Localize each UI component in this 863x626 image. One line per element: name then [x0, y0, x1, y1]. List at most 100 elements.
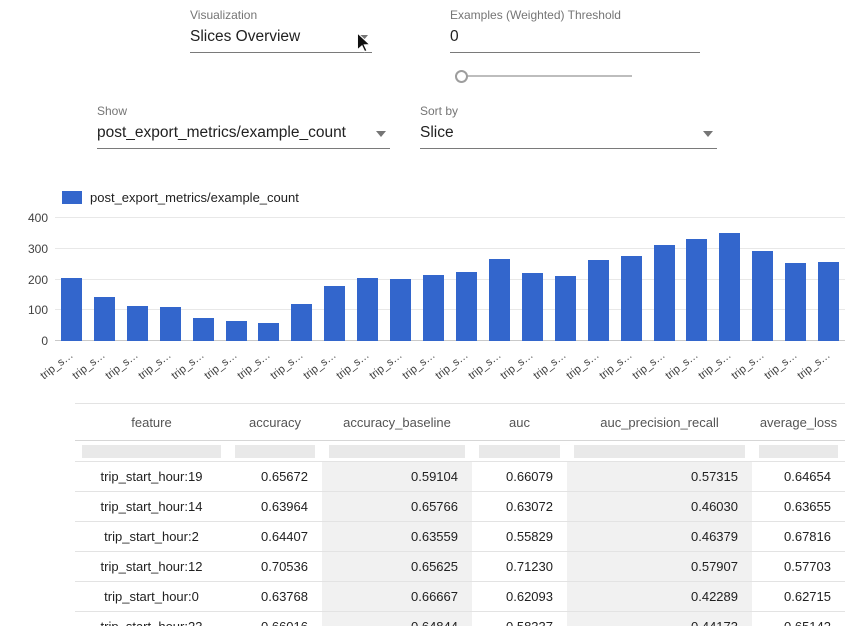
bar[interactable] — [61, 278, 82, 341]
metric-cell: 0.64407 — [228, 522, 322, 551]
filter-cell — [228, 441, 322, 461]
bar[interactable] — [785, 263, 806, 341]
bar-slot — [746, 218, 779, 341]
y-tick-label: 100 — [8, 303, 48, 317]
bar[interactable] — [226, 321, 247, 341]
x-axis-labels: trip_s…trip_s…trip_s…trip_s…trip_s…trip_… — [55, 344, 845, 392]
bar[interactable] — [94, 297, 115, 341]
bar[interactable] — [621, 256, 642, 341]
table-row[interactable]: trip_start_hour:00.637680.666670.620930.… — [75, 582, 845, 612]
metric-cell: 0.42289 — [567, 582, 752, 611]
table-header-row: featureaccuracyaccuracy_baselineaucauc_p… — [75, 404, 845, 441]
bar[interactable] — [555, 276, 576, 341]
bar-slot — [351, 218, 384, 341]
column-filter-input[interactable] — [82, 445, 221, 458]
y-axis-labels: 0100200300400 — [8, 218, 48, 341]
bar[interactable] — [127, 306, 148, 341]
bar[interactable] — [324, 286, 345, 341]
column-header[interactable]: auc — [472, 404, 567, 440]
bar[interactable] — [522, 273, 543, 341]
threshold-slider[interactable] — [455, 70, 632, 82]
metric-cell: 0.62093 — [472, 582, 567, 611]
bar-slot — [187, 218, 220, 341]
column-filter-input[interactable] — [759, 445, 838, 458]
metric-cell: 0.65142 — [752, 612, 845, 626]
threshold-input[interactable]: 0 — [450, 27, 700, 53]
metric-cell: 0.57703 — [752, 552, 845, 581]
bar-slot — [779, 218, 812, 341]
bar[interactable] — [686, 239, 707, 341]
feature-cell: trip_start_hour:23 — [75, 612, 228, 626]
bar-slot — [516, 218, 549, 341]
bar[interactable] — [489, 259, 510, 341]
metric-cell: 0.65625 — [322, 552, 472, 581]
bar-slot — [582, 218, 615, 341]
filter-cell — [752, 441, 845, 461]
metric-cell: 0.65672 — [228, 462, 322, 491]
visualization-control: Visualization Slices Overview — [190, 8, 372, 53]
bar[interactable] — [258, 323, 279, 341]
feature-cell: trip_start_hour:0 — [75, 582, 228, 611]
bar-slot — [318, 218, 351, 341]
bar-slot — [681, 218, 714, 341]
bar-plot-area — [55, 218, 845, 341]
bar-slot — [220, 218, 253, 341]
bar[interactable] — [291, 304, 312, 341]
column-filter-input[interactable] — [479, 445, 560, 458]
bar-slot — [253, 218, 286, 341]
column-filter-input[interactable] — [235, 445, 315, 458]
bar-slot — [549, 218, 582, 341]
metric-cell: 0.63964 — [228, 492, 322, 521]
sort-by-dropdown[interactable]: Slice — [420, 123, 717, 149]
table-row[interactable]: trip_start_hour:140.639640.657660.630720… — [75, 492, 845, 522]
visualization-dropdown[interactable]: Slices Overview — [190, 27, 372, 53]
bar[interactable] — [752, 251, 773, 341]
table-row[interactable]: trip_start_hour:190.656720.591040.660790… — [75, 462, 845, 492]
show-value: post_export_metrics/example_count — [97, 124, 346, 141]
sort-by-control: Sort by Slice — [420, 104, 717, 149]
bar-slot — [55, 218, 88, 341]
threshold-control: Examples (Weighted) Threshold 0 — [450, 8, 700, 53]
table-row[interactable]: trip_start_hour:230.660160.648440.583370… — [75, 612, 845, 626]
metric-cell: 0.46379 — [567, 522, 752, 551]
slider-thumb[interactable] — [455, 70, 468, 83]
bar[interactable] — [818, 262, 839, 341]
bar[interactable] — [160, 307, 181, 341]
column-header[interactable]: auc_precision_recall — [567, 404, 752, 440]
column-header[interactable]: feature — [75, 404, 228, 440]
bar[interactable] — [719, 233, 740, 341]
bar[interactable] — [423, 275, 444, 341]
table-row[interactable]: trip_start_hour:20.644070.635590.558290.… — [75, 522, 845, 552]
y-tick-label: 0 — [8, 334, 48, 348]
visualization-label: Visualization — [190, 8, 372, 22]
bar[interactable] — [390, 279, 411, 341]
column-filter-input[interactable] — [329, 445, 465, 458]
show-dropdown[interactable]: post_export_metrics/example_count — [97, 123, 390, 149]
metric-cell: 0.46030 — [567, 492, 752, 521]
dropdown-caret-icon — [376, 131, 386, 137]
bar[interactable] — [357, 278, 378, 341]
column-filter-input[interactable] — [574, 445, 745, 458]
table-row[interactable]: trip_start_hour:120.705360.656250.712300… — [75, 552, 845, 582]
column-header[interactable]: average_loss — [752, 404, 845, 440]
slider-track[interactable] — [455, 75, 632, 77]
legend-swatch-icon — [62, 191, 82, 204]
metric-cell: 0.44173 — [567, 612, 752, 626]
metric-cell: 0.57315 — [567, 462, 752, 491]
column-header[interactable]: accuracy_baseline — [322, 404, 472, 440]
legend-label: post_export_metrics/example_count — [90, 190, 299, 205]
bar[interactable] — [456, 272, 477, 341]
y-tick-label: 200 — [8, 273, 48, 287]
show-label: Show — [97, 104, 390, 118]
bar[interactable] — [193, 318, 214, 341]
metric-cell: 0.63072 — [472, 492, 567, 521]
feature-cell: trip_start_hour:12 — [75, 552, 228, 581]
threshold-value: 0 — [450, 28, 459, 45]
bar[interactable] — [588, 260, 609, 341]
metrics-table: featureaccuracyaccuracy_baselineaucauc_p… — [75, 403, 845, 626]
bar-slot — [285, 218, 318, 341]
metric-cell: 0.63559 — [322, 522, 472, 551]
bar[interactable] — [654, 245, 675, 341]
column-header[interactable]: accuracy — [228, 404, 322, 440]
bar-slot — [713, 218, 746, 341]
